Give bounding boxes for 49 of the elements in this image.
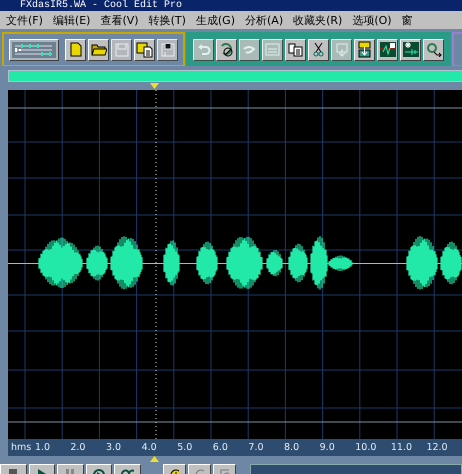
magnifier-arrow-button[interactable] bbox=[423, 38, 444, 60]
waveform-button[interactable] bbox=[377, 38, 398, 60]
magnifier-arrow-icon bbox=[426, 42, 442, 57]
ruler-label: 2.0 bbox=[70, 442, 86, 453]
paste-icon bbox=[336, 42, 348, 57]
scissors-icon bbox=[313, 42, 324, 57]
ruler-label: 11.0 bbox=[390, 442, 413, 453]
sparkle-waveform-icon bbox=[402, 42, 418, 57]
menu-item[interactable]: 查看(V) bbox=[100, 12, 139, 28]
ruler-label: 9.0 bbox=[320, 442, 336, 453]
ruler-label: 6.0 bbox=[212, 442, 229, 453]
window-title: FXdasIR5.WA - Cool Edit Pro bbox=[19, 0, 182, 11]
floppy-document-button[interactable] bbox=[134, 38, 155, 60]
folder-icon bbox=[90, 43, 106, 56]
arrow-down-button[interactable] bbox=[354, 38, 375, 60]
copy-icon bbox=[288, 42, 303, 56]
scissors-button[interactable] bbox=[308, 38, 329, 60]
ruler-unit-label: hms bbox=[10, 442, 32, 453]
sparkle-waveform-button[interactable] bbox=[400, 38, 421, 60]
menu-item[interactable]: 编辑(E) bbox=[52, 12, 90, 28]
ruler-label: 4.0 bbox=[142, 442, 158, 453]
waveform-icon bbox=[380, 42, 396, 57]
multitrack-button[interactable] bbox=[9, 38, 59, 60]
menu-item[interactable]: 生成(G) bbox=[196, 12, 235, 28]
new-file-icon bbox=[70, 42, 82, 57]
ruler-label: 3.0 bbox=[106, 442, 122, 453]
folder-button[interactable] bbox=[88, 38, 109, 60]
menu-item[interactable]: 收藏夹(R) bbox=[293, 12, 342, 28]
arrow-down-icon bbox=[357, 41, 372, 58]
ruler-label: 7.0 bbox=[248, 442, 265, 453]
menu-item[interactable]: 分析(A) bbox=[245, 12, 284, 28]
circular-arrow-icon bbox=[219, 42, 234, 57]
copy-button[interactable] bbox=[285, 38, 306, 60]
ruler-label: 8.0 bbox=[284, 442, 300, 453]
frame-icon bbox=[265, 43, 280, 56]
ruler-label: 12.0 bbox=[426, 442, 449, 453]
menu-item[interactable]: 窗 bbox=[402, 12, 413, 28]
curve-icon bbox=[242, 44, 257, 56]
floppy-document-icon bbox=[136, 42, 153, 58]
menu-item[interactable]: 选项(O) bbox=[352, 12, 392, 28]
undo-icon bbox=[196, 44, 210, 56]
circular-arrow-button[interactable] bbox=[216, 38, 237, 60]
multitrack-icon bbox=[12, 42, 56, 58]
ruler-label: 5.0 bbox=[177, 442, 194, 453]
new-file-button[interactable] bbox=[65, 38, 86, 60]
menu-item[interactable]: 文件(F) bbox=[6, 12, 43, 28]
ruler-label: 1.0 bbox=[34, 442, 52, 453]
menu-item[interactable]: 转换(T) bbox=[148, 12, 186, 28]
ruler-label: 10.0 bbox=[355, 442, 378, 453]
